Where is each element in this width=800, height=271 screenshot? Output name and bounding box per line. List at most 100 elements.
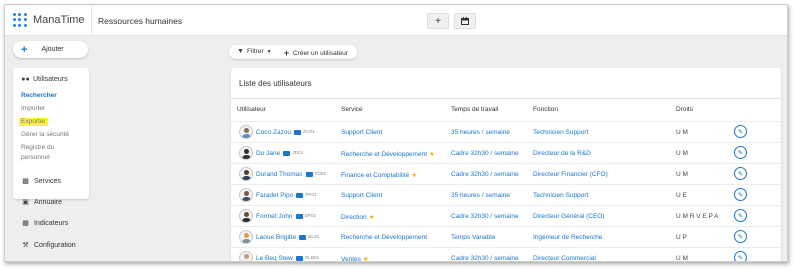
user-name-link[interactable]: Do Jane xyxy=(256,150,280,157)
user-name-link[interactable]: Formet John xyxy=(256,213,293,220)
envelope-icon[interactable] xyxy=(299,234,307,240)
page-title: Ressources humaines xyxy=(98,16,183,26)
role-link[interactable]: Ingénieur de Recherche xyxy=(533,234,602,241)
work-time-link[interactable]: 35 heures / semaine xyxy=(451,192,510,199)
sidebar-item-indicateurs[interactable]: ▦ Indicateurs xyxy=(21,219,68,228)
role-link[interactable]: Directeur de la R&D xyxy=(533,150,591,157)
envelope-icon[interactable] xyxy=(295,255,303,261)
service-cell[interactable]: Support Client xyxy=(341,129,384,136)
sidebar-item-services[interactable]: ▩ Services xyxy=(21,177,61,186)
envelope-icon[interactable] xyxy=(296,192,304,198)
column-header-service[interactable]: Service xyxy=(341,106,363,113)
caret-down-icon: ▼ xyxy=(266,48,272,55)
service-link[interactable]: Recherche et Développement xyxy=(341,234,427,241)
sidebar-item-exporter[interactable]: Exporter xyxy=(19,118,48,126)
edit-button[interactable]: ✎ xyxy=(734,125,747,138)
service-cell[interactable]: Support Client xyxy=(341,192,384,199)
user-cell[interactable]: Faradet Pipo PF01 xyxy=(256,192,317,199)
rights-value: U E xyxy=(676,192,687,199)
create-user-button[interactable]: + Créer un utilisateur xyxy=(283,48,348,58)
sidebar-section-users[interactable]: ●● Utilisateurs xyxy=(21,76,67,83)
table-row[interactable]: Laoue Brigitte BL01 Recherche et Développe… xyxy=(231,226,781,247)
header-add-button[interactable]: + xyxy=(427,13,449,29)
user-cell[interactable]: Le Beq Stew SLB01 xyxy=(256,255,319,261)
service-link[interactable]: Recherche et Développement xyxy=(341,151,427,158)
pencil-icon: ✎ xyxy=(737,149,744,157)
work-time-link[interactable]: 35 heures / semaine xyxy=(451,129,510,136)
avatar xyxy=(239,188,253,202)
user-cell[interactable]: Laoue Brigitte BL01 xyxy=(256,234,319,241)
table-row[interactable]: Do Jane JD01 Recherche et Développement ★ Ca… xyxy=(231,142,781,163)
filter-button[interactable]: ▼ Filtrer ▼ xyxy=(237,48,272,55)
work-time-link[interactable]: Cadre 32h30 / semaine xyxy=(451,255,519,261)
work-time-link[interactable]: Temps Variable xyxy=(451,234,495,241)
role-link[interactable]: Directeur Financier (CFO) xyxy=(533,171,608,178)
user-code: JD01 xyxy=(292,150,304,156)
user-name-link[interactable]: Le Beq Stew xyxy=(256,255,293,261)
edit-button[interactable]: ✎ xyxy=(734,230,747,243)
edit-button[interactable]: ✎ xyxy=(734,188,747,201)
user-name-link[interactable]: Faradet Pipo xyxy=(256,192,293,199)
work-time-link[interactable]: Cadre 32h30 / semaine xyxy=(451,171,519,178)
calendar-icon xyxy=(461,17,469,25)
user-name-link[interactable]: Durand Thomas xyxy=(256,171,303,178)
user-cell[interactable]: Do Jane JD01 xyxy=(256,150,303,157)
sidebar-item-registre[interactable]: Registre du xyxy=(21,144,54,152)
role-link[interactable]: Directeur Général (CEO) xyxy=(533,213,605,220)
service-link[interactable]: Ventes xyxy=(341,256,361,261)
service-cell[interactable]: Finance et Comptabilité ★ xyxy=(341,171,417,179)
edit-button[interactable]: ✎ xyxy=(734,167,747,180)
filter-icon: ▼ xyxy=(237,48,244,55)
work-time-link[interactable]: Cadre 32h30 / semaine xyxy=(451,150,519,157)
table-row[interactable]: Faradet Pipo PF01 Support Client 35 heures … xyxy=(231,184,781,205)
service-link[interactable]: Support Client xyxy=(341,129,382,136)
column-header-fonction[interactable]: Fonction xyxy=(533,106,558,113)
header-calendar-button[interactable] xyxy=(454,13,476,29)
sidebar-item-configuration[interactable]: ⚒ Configuration xyxy=(21,241,75,250)
logo[interactable]: ManaTime xyxy=(13,13,85,27)
column-header-utilisateur[interactable]: Utilisateur xyxy=(237,106,266,113)
user-name-link[interactable]: Laoue Brigitte xyxy=(256,234,296,241)
app-window: ManaTime Ressources humaines + + Ajouter… xyxy=(4,4,788,262)
user-cell[interactable]: Durand Thomas TD01 xyxy=(256,171,326,178)
envelope-icon[interactable] xyxy=(305,171,313,177)
edit-button[interactable]: ✎ xyxy=(734,209,747,222)
user-code: TD01 xyxy=(314,171,327,177)
column-header-temps[interactable]: Temps de travail xyxy=(451,106,498,113)
edit-button[interactable]: ✎ xyxy=(734,251,747,262)
column-header-droits[interactable]: Droits xyxy=(676,106,693,113)
sidebar-item-rechercher[interactable]: Rechercher xyxy=(21,92,57,100)
service-cell[interactable]: Recherche et Développement xyxy=(341,234,429,241)
sidebar-item-securite[interactable]: Gérer la sécurité xyxy=(21,131,69,139)
sidebar-item-importer[interactable]: Importer xyxy=(21,105,45,113)
service-cell[interactable]: Recherche et Développement ★ xyxy=(341,150,435,158)
user-cell[interactable]: Coco Zazou ZC01 xyxy=(256,129,315,136)
service-cell[interactable]: Direction ★ xyxy=(341,213,374,221)
star-icon: ★ xyxy=(411,172,418,179)
table-row[interactable]: Coco Zazou ZC01 Support Client 35 heures / … xyxy=(231,121,781,142)
user-name-link[interactable]: Coco Zazou xyxy=(256,129,291,136)
role-link[interactable]: Directeur Commercial xyxy=(533,255,596,261)
table-row[interactable]: Le Beq Stew SLB01 Ventes ★ Cadre 32h30 / sem… xyxy=(231,247,781,262)
add-button[interactable]: + Ajouter xyxy=(13,41,88,58)
service-cell[interactable]: Ventes ★ xyxy=(341,255,369,261)
envelope-icon[interactable] xyxy=(283,150,291,156)
users-panel: Liste des utilisateurs Utilisateur Servi… xyxy=(231,68,781,262)
pencil-icon: ✎ xyxy=(737,254,744,262)
user-cell[interactable]: Formet John DF01 xyxy=(256,213,316,220)
work-time-link[interactable]: Cadre 32h30 / semaine xyxy=(451,213,519,220)
service-link[interactable]: Finance et Comptabilité xyxy=(341,172,409,179)
envelope-icon[interactable] xyxy=(295,213,303,219)
edit-button[interactable]: ✎ xyxy=(734,146,747,159)
role-link[interactable]: Technicien Support xyxy=(533,129,588,136)
role-link[interactable]: Technicien Support xyxy=(533,192,588,199)
envelope-icon[interactable] xyxy=(294,129,302,135)
table-row[interactable]: Formet John DF01 Direction ★ Cadre 32h30 / s… xyxy=(231,205,781,226)
sidebar-item-registre-line2[interactable]: personnel xyxy=(21,154,50,162)
user-code: ZC01 xyxy=(303,129,315,135)
service-link[interactable]: Direction xyxy=(341,214,367,221)
filter-label: Filtrer xyxy=(247,48,264,55)
table-row[interactable]: Durand Thomas TD01 Finance et Comptabilité… xyxy=(231,163,781,184)
sidebar-item-annuaire[interactable]: ▣ Annuaire xyxy=(21,198,62,207)
service-link[interactable]: Support Client xyxy=(341,192,382,199)
